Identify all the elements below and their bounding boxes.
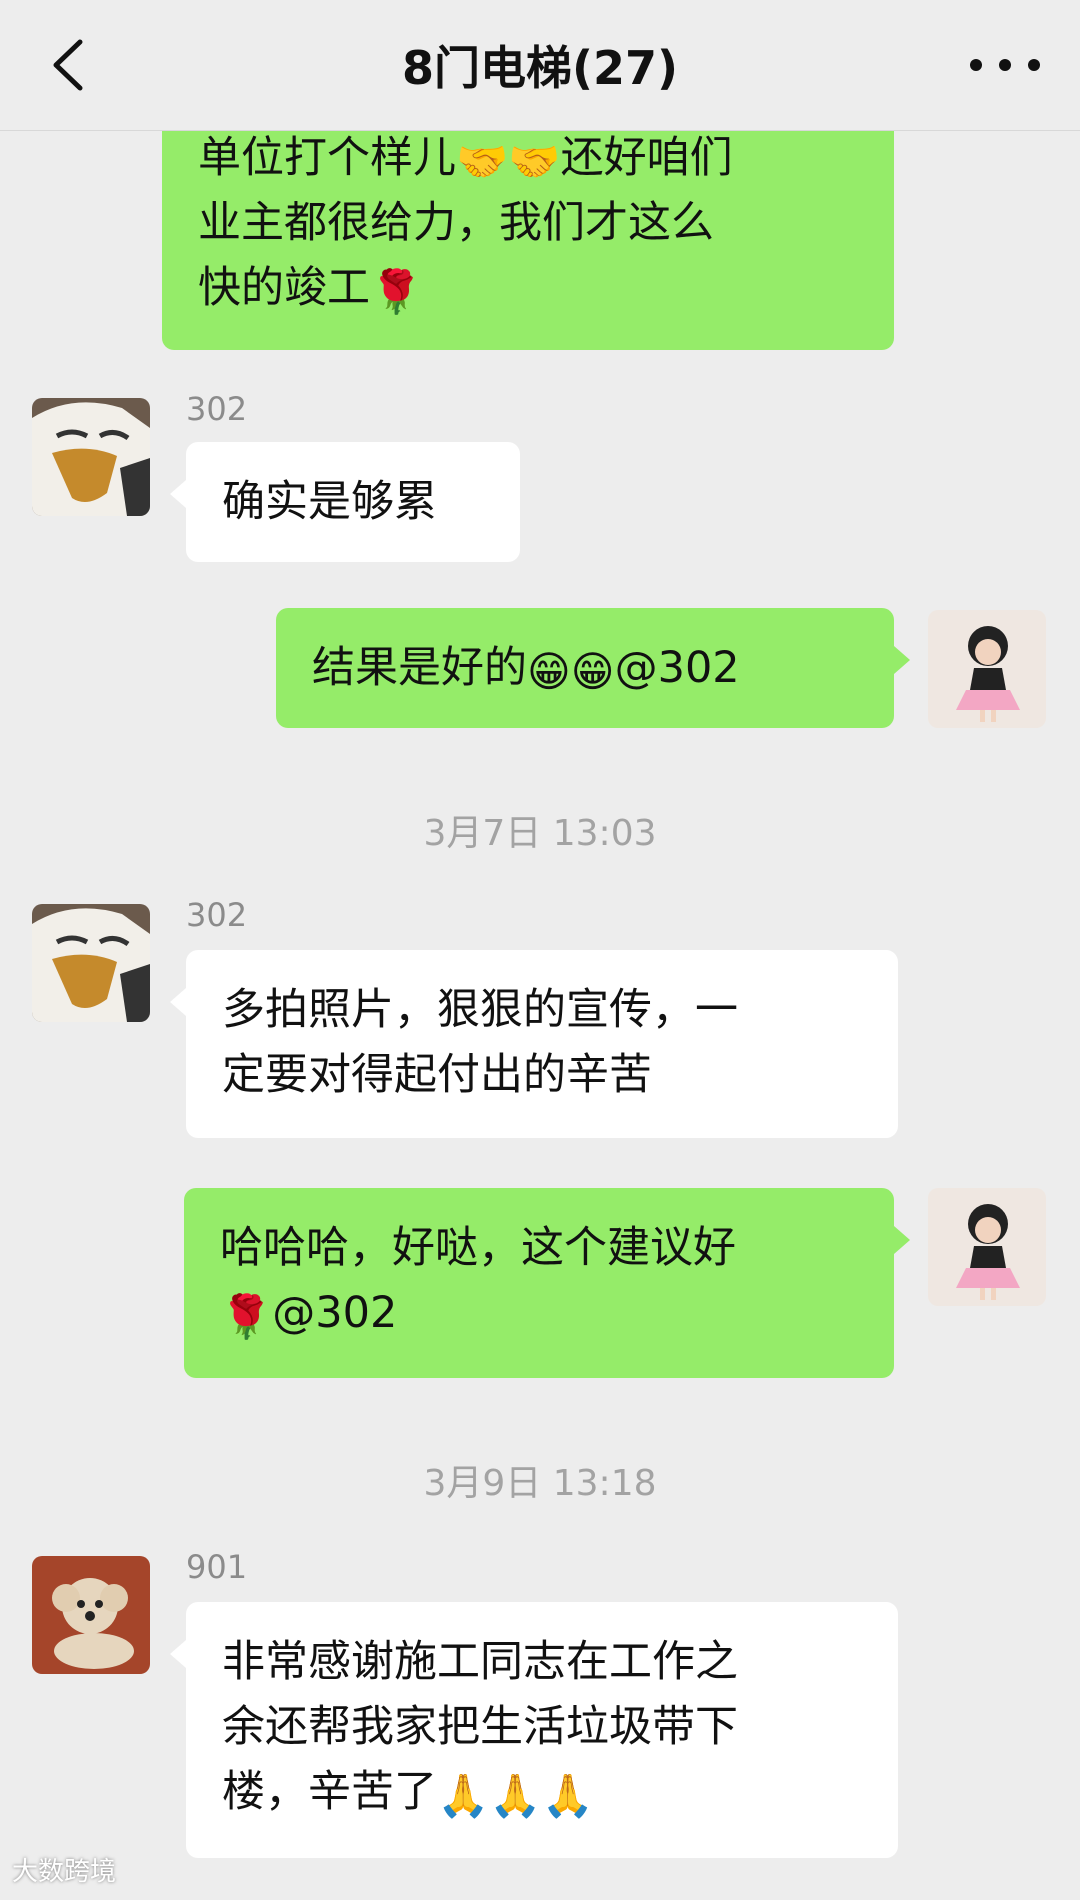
avatar-self[interactable] xyxy=(928,610,1046,728)
message-text: 单位打个样儿 xyxy=(198,133,456,183)
grin-icon: 😁 xyxy=(527,647,571,696)
handshake-icon: 🤝 xyxy=(508,137,561,186)
message-text: 业主都很给力，我们才这么 xyxy=(198,198,714,248)
other-message-bubble[interactable]: 确实是够累 xyxy=(170,442,520,562)
message-text: 结果是好的 xyxy=(312,643,527,693)
chat-title: 8门电梯(27) xyxy=(401,41,679,95)
girl-avatar-icon xyxy=(928,610,1046,728)
rose-icon: 🌹 xyxy=(220,1292,273,1341)
chat-area: 单位打个样儿🤝🤝还好咱们 业主都很给力，我们才这么 快的竣工🌹 302 确实是够… xyxy=(0,0,1080,1900)
chat-header: 8门电梯(27) xyxy=(0,0,1080,131)
sender-name: 901 xyxy=(186,1548,248,1586)
pray-icon: 🙏 xyxy=(437,1771,490,1820)
eagle-avatar-icon xyxy=(32,398,150,516)
more-dots-icon xyxy=(1028,59,1040,71)
message-text: 非常感谢施工同志在工作之 xyxy=(222,1637,738,1687)
mention-text: @302 xyxy=(272,1288,398,1338)
more-dots-icon xyxy=(970,59,982,71)
avatar-self[interactable] xyxy=(928,1188,1046,1306)
message-text: 余还帮我家把生活垃圾带下 xyxy=(222,1702,738,1752)
timestamp: 3月9日 13:18 xyxy=(423,1463,657,1504)
message-text: 楼，辛苦了 xyxy=(222,1767,437,1817)
more-dots-icon xyxy=(999,59,1011,71)
more-button[interactable] xyxy=(970,40,1040,90)
sender-name: 302 xyxy=(186,896,248,934)
message-line: 单位打个样儿🤝🤝还好咱们 xyxy=(198,126,858,191)
message-text: 确实是够累 xyxy=(222,477,437,527)
watermark: 大数跨境 xyxy=(12,1857,117,1887)
self-message-bubble[interactable]: 哈哈哈，好哒，这个建议好 🌹@302 xyxy=(184,1188,910,1378)
eagle-avatar-icon xyxy=(32,904,150,1022)
grin-icon: 😁 xyxy=(570,647,615,696)
message-line: 快的竣工🌹 xyxy=(198,256,858,321)
pray-icon: 🙏 xyxy=(489,1771,542,1820)
other-message-bubble[interactable]: 非常感谢施工同志在工作之 余还帮我家把生活垃圾带下 楼，辛苦了🙏🙏🙏 xyxy=(170,1602,898,1858)
message-text: 多拍照片，狠狠的宣传，一 xyxy=(222,985,738,1035)
avatar-901[interactable] xyxy=(32,1556,150,1674)
message-text: 快的竣工 xyxy=(198,263,370,313)
pray-icon: 🙏 xyxy=(541,1771,594,1820)
sender-name: 302 xyxy=(186,390,248,428)
message-text: 定要对得起付出的辛苦 xyxy=(222,1050,652,1100)
message-text: 哈哈哈，好哒，这个建议好 xyxy=(220,1223,736,1273)
message-line: 🌹@302 xyxy=(220,1281,858,1346)
mention-text: @302 xyxy=(614,643,740,693)
dog-avatar-icon xyxy=(32,1556,150,1674)
self-message-bubble[interactable]: 结果是好的😁😁@302 xyxy=(276,608,910,728)
girl-avatar-icon xyxy=(928,1188,1046,1306)
message-text: 还好咱们 xyxy=(560,133,733,183)
timestamp: 3月7日 13:03 xyxy=(423,813,657,854)
rose-icon: 🌹 xyxy=(370,267,423,316)
self-message-bubble[interactable]: 单位打个样儿🤝🤝还好咱们 业主都很给力，我们才这么 快的竣工🌹 xyxy=(162,96,894,350)
other-message-bubble[interactable]: 多拍照片，狠狠的宣传，一 定要对得起付出的辛苦 xyxy=(170,950,898,1138)
message-line: 楼，辛苦了🙏🙏🙏 xyxy=(222,1760,862,1825)
handshake-icon: 🤝 xyxy=(456,137,509,186)
avatar-302[interactable] xyxy=(32,398,150,516)
avatar-302[interactable] xyxy=(32,904,150,1022)
